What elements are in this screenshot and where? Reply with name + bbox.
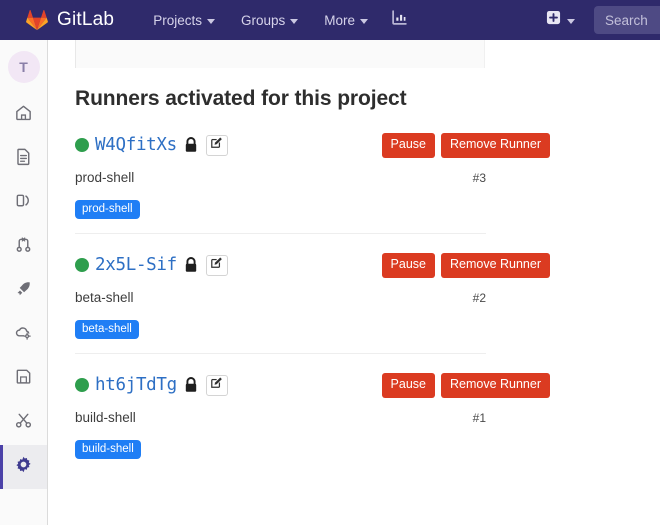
pencil-edit-icon — [210, 376, 223, 394]
gitlab-brand[interactable]: GitLab — [26, 9, 114, 31]
search-placeholder: Search — [605, 12, 648, 28]
left-sidebar: T — [0, 40, 48, 525]
edit-runner-button[interactable] — [205, 254, 228, 276]
sidebar-item-issues[interactable] — [0, 137, 47, 181]
runner-id: #2 — [472, 291, 486, 305]
runner-item: ht6jTdTg Pause Remove Runner build-shell… — [75, 372, 550, 473]
scrolled-panel-remnant — [75, 40, 485, 68]
main-content: Runners activated for this project W4Qfi… — [48, 40, 660, 525]
gitlab-tanuki-logo-icon — [26, 9, 48, 31]
green-status-dot-icon — [75, 378, 89, 392]
nav-item-more[interactable]: More — [311, 3, 381, 38]
plus-square-icon — [546, 10, 561, 30]
edit-runner-button[interactable] — [205, 134, 228, 156]
home-icon — [14, 103, 33, 127]
nav-item-projects-label: Projects — [153, 12, 202, 28]
pencil-edit-icon — [210, 256, 223, 274]
pause-button[interactable]: Pause — [381, 253, 435, 278]
runner-tag[interactable]: beta-shell — [75, 320, 139, 339]
runner-tag[interactable]: build-shell — [75, 440, 141, 459]
save-disk-icon — [14, 367, 33, 391]
book-icon — [14, 191, 33, 215]
remove-runner-button[interactable]: Remove Runner — [440, 253, 550, 278]
runner-tag[interactable]: prod-shell — [75, 200, 140, 219]
nav-item-groups[interactable]: Groups — [228, 3, 311, 38]
runner-item: W4QfitXs Pause Remove Runner prod-shell … — [75, 132, 550, 233]
chevron-down-icon — [290, 18, 299, 24]
nav-item-projects[interactable]: Projects — [140, 3, 228, 38]
cloud-gear-icon — [14, 323, 33, 347]
top-navigation-bar: GitLab Projects Groups More Search — [0, 0, 660, 40]
sidebar-item-repository[interactable] — [0, 181, 47, 225]
lock-icon — [184, 137, 198, 153]
runner-actions: Pause Remove Runner — [381, 253, 550, 278]
runner-header: ht6jTdTg Pause Remove Runner — [75, 372, 550, 398]
page-title: Runners activated for this project — [75, 87, 407, 110]
edit-runner-button[interactable] — [205, 374, 228, 396]
runner-item: 2x5L-Sif Pause Remove Runner beta-shell … — [75, 252, 550, 353]
runner-header: 2x5L-Sif Pause Remove Runner — [75, 252, 550, 278]
runner-token-link[interactable]: W4QfitXs — [95, 135, 177, 155]
green-status-dot-icon — [75, 138, 89, 152]
sidebar-item-merge-requests[interactable] — [0, 225, 47, 269]
chevron-down-icon — [206, 18, 215, 24]
chart-analytics-icon — [391, 9, 408, 31]
runner-list: W4QfitXs Pause Remove Runner prod-shell … — [75, 132, 550, 473]
runner-header: W4QfitXs Pause Remove Runner — [75, 132, 550, 158]
runner-meta: prod-shell #3 — [75, 170, 486, 185]
document-icon — [14, 147, 33, 171]
analytics-button[interactable] — [381, 1, 418, 39]
gitlab-brand-name: GitLab — [57, 9, 115, 30]
divider — [75, 233, 486, 234]
pause-button[interactable]: Pause — [381, 373, 435, 398]
pause-button[interactable]: Pause — [381, 133, 435, 158]
runner-token-link[interactable]: 2x5L-Sif — [95, 255, 177, 275]
runner-description: beta-shell — [75, 290, 134, 305]
sidebar-item-settings[interactable] — [0, 445, 47, 489]
runner-description: prod-shell — [75, 170, 135, 185]
sidebar-item-ci-cd[interactable] — [0, 269, 47, 313]
green-status-dot-icon — [75, 258, 89, 272]
runner-actions: Pause Remove Runner — [381, 373, 550, 398]
topbar-right-group: Search — [537, 0, 660, 40]
runner-description: build-shell — [75, 410, 136, 425]
chevron-down-icon — [567, 18, 575, 24]
nav-item-more-label: More — [324, 12, 356, 28]
primary-nav: Projects Groups More — [140, 1, 418, 39]
lock-icon — [184, 257, 198, 273]
merge-request-icon — [14, 235, 33, 259]
chevron-down-icon — [360, 18, 369, 24]
search-input[interactable]: Search — [594, 6, 660, 34]
gear-icon — [14, 455, 33, 479]
divider — [75, 353, 486, 354]
sidebar-item-snippets[interactable] — [0, 401, 47, 445]
runner-actions: Pause Remove Runner — [381, 133, 550, 158]
nav-item-groups-label: Groups — [240, 12, 286, 28]
runner-meta: beta-shell #2 — [75, 290, 486, 305]
sidebar-item-home[interactable] — [0, 93, 47, 137]
runner-token-link[interactable]: ht6jTdTg — [95, 375, 177, 395]
remove-runner-button[interactable]: Remove Runner — [440, 133, 550, 158]
scissors-icon — [14, 411, 33, 435]
avatar[interactable]: T — [7, 51, 40, 83]
sidebar-item-packages[interactable] — [0, 357, 47, 401]
runner-id: #1 — [472, 411, 486, 425]
rocket-icon — [14, 279, 33, 303]
runner-meta: build-shell #1 — [75, 410, 486, 425]
create-new-button[interactable] — [537, 2, 584, 38]
sidebar-item-operations[interactable] — [0, 313, 47, 357]
runner-id: #3 — [472, 171, 486, 185]
pencil-edit-icon — [210, 136, 223, 154]
remove-runner-button[interactable]: Remove Runner — [440, 373, 550, 398]
lock-icon — [184, 377, 198, 393]
